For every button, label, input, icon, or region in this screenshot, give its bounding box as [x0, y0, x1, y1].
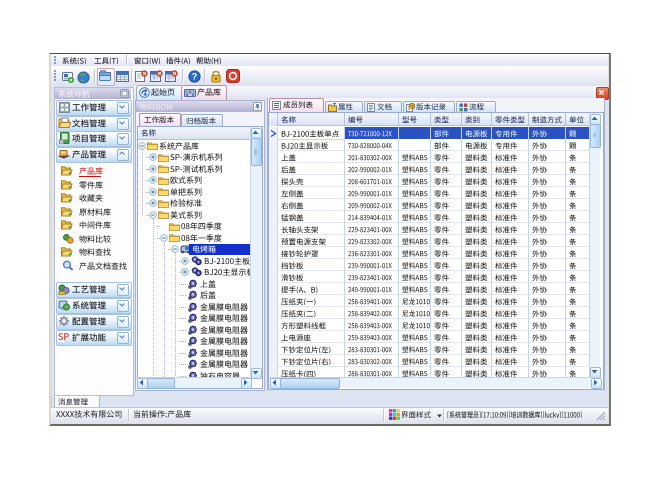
svg-text:?: ?	[192, 72, 198, 82]
